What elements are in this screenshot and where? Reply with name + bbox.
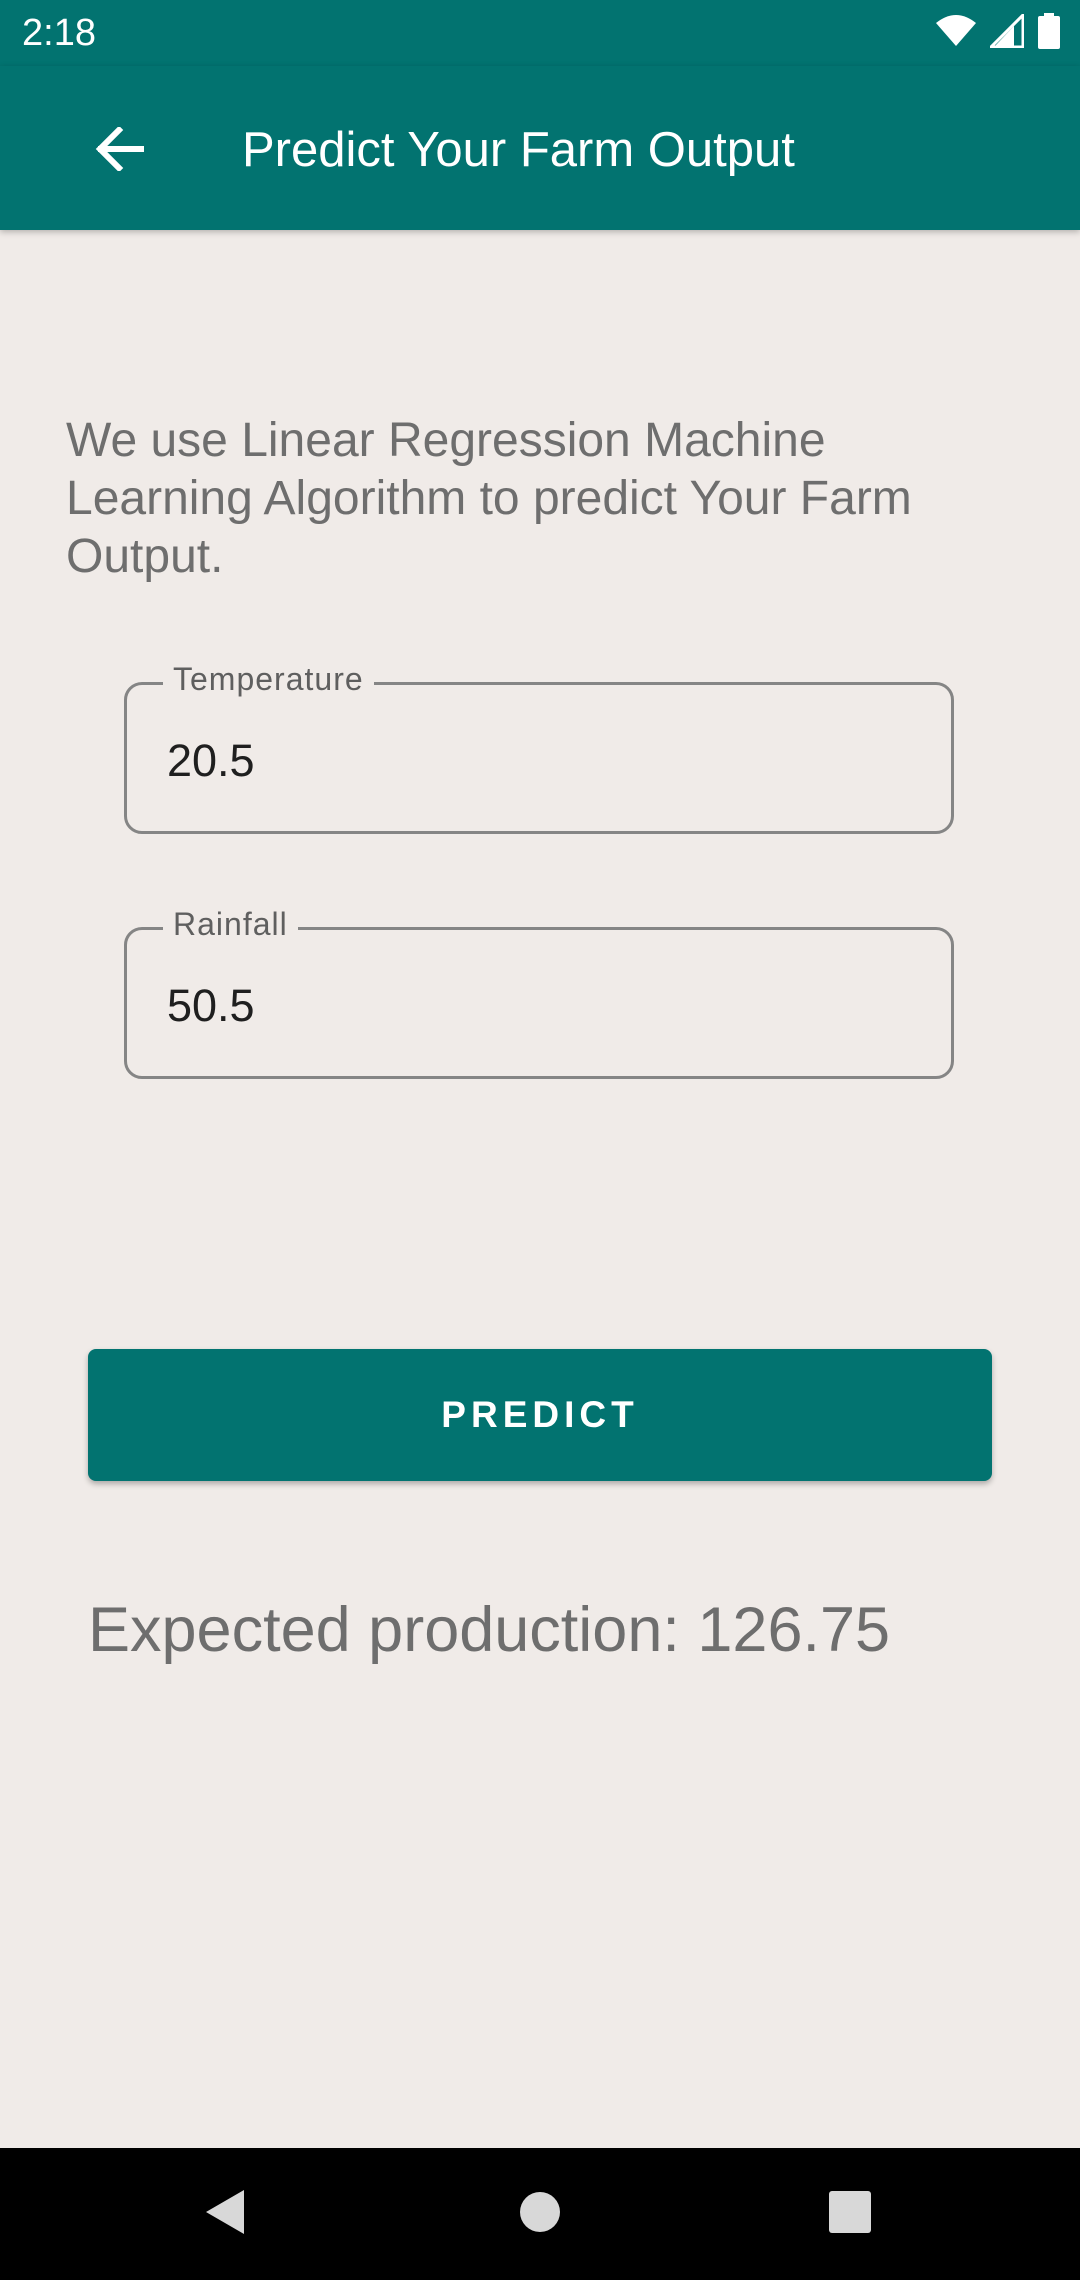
nav-back-button[interactable] [184, 2172, 268, 2256]
back-button[interactable] [82, 113, 158, 189]
cellular-signal-icon [987, 10, 1025, 53]
status-icons [936, 10, 1060, 54]
description-text: We use Linear Regression Machine Learnin… [66, 414, 912, 583]
temperature-input[interactable] [167, 733, 927, 789]
temperature-field[interactable]: Temperature [124, 659, 954, 834]
nav-recents-button[interactable] [808, 2172, 892, 2256]
navigation-bar [0, 2148, 1080, 2280]
temperature-label: Temperature [163, 659, 374, 699]
nav-back-icon [204, 2188, 248, 2241]
rainfall-field[interactable]: Rainfall [124, 904, 954, 1079]
nav-recents-icon [829, 2190, 871, 2238]
rainfall-label: Rainfall [163, 904, 298, 944]
nav-home-button[interactable] [498, 2172, 582, 2256]
result-text: Expected production: 126.75 [88, 1595, 891, 1665]
status-bar: 2:18 [0, 0, 1080, 66]
rainfall-input[interactable] [167, 978, 927, 1034]
status-time: 2:18 [22, 12, 96, 54]
nav-home-icon [519, 2191, 561, 2238]
predict-button[interactable]: PREDICT [88, 1349, 992, 1481]
app-bar: Predict Your Farm Output [0, 66, 1080, 230]
arrow-back-icon [95, 125, 145, 176]
battery-icon [1038, 12, 1060, 54]
page-title: Predict Your Farm Output [242, 123, 795, 177]
wifi-icon [936, 14, 976, 52]
